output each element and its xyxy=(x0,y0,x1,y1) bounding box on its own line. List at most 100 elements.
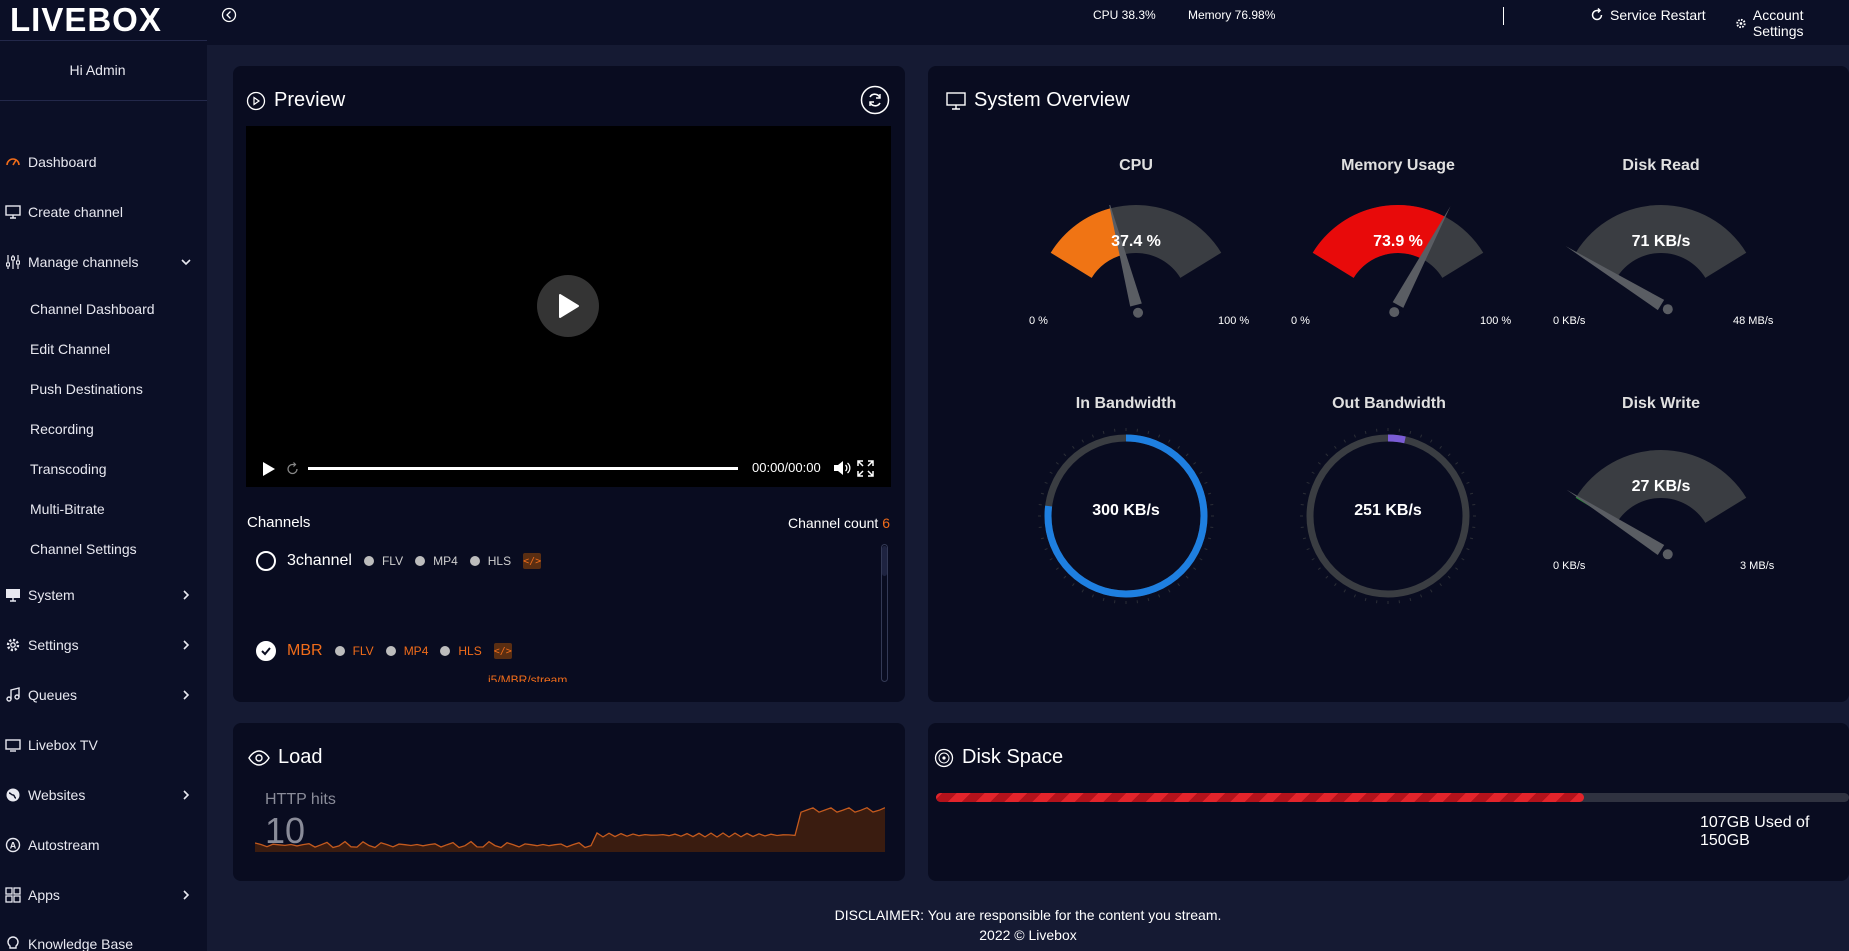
channel-radio-selected[interactable] xyxy=(256,641,276,661)
gauge-min-memory: 0 % xyxy=(1291,315,1310,327)
ring-tick xyxy=(1092,435,1093,438)
list-item[interactable]: 3channel FLV MP4 HLS </> xyxy=(256,551,541,571)
sidebar-item-queues[interactable]: Queues xyxy=(0,680,207,710)
divider xyxy=(0,100,207,101)
gauge-max-cpu: 100 % xyxy=(1218,315,1249,327)
sidebar-item-create-channel[interactable]: Create channel xyxy=(0,197,207,227)
format-flv[interactable]: FLV xyxy=(364,554,403,568)
sidebar-subitem-transcoding[interactable]: Transcoding xyxy=(30,461,107,477)
sidebar-item-system[interactable]: System xyxy=(0,580,207,610)
gauge-label-disk-write: Disk Write xyxy=(1561,395,1761,413)
account-settings-button[interactable]: Account Settings xyxy=(1735,7,1849,39)
sidebar-subitem-multi-bitrate[interactable]: Multi-Bitrate xyxy=(30,501,105,517)
format-mp4[interactable]: MP4 xyxy=(386,644,429,658)
sidebar-item-websites[interactable]: Websites xyxy=(0,780,207,810)
ring-tick xyxy=(1050,472,1053,474)
gauge-max-memory: 100 % xyxy=(1480,315,1511,327)
dashboard-icon xyxy=(2,151,24,173)
embed-code-icon[interactable]: </> xyxy=(494,643,512,659)
ring-tick xyxy=(1448,454,1450,456)
ring-tick xyxy=(1326,454,1328,456)
ring-tick xyxy=(1303,538,1306,539)
ring-tick xyxy=(1334,446,1336,448)
play-button-large[interactable] xyxy=(537,275,599,337)
ring-tick xyxy=(1462,472,1465,474)
replay-icon[interactable] xyxy=(286,461,300,477)
top-bar: CPU 38.3% Memory 76.98% Service Restart … xyxy=(207,0,1849,45)
fullscreen-icon[interactable] xyxy=(857,460,874,477)
sidebar-item-autostream[interactable]: A Autostream xyxy=(0,830,207,860)
ring-value-in-bandwidth: 300 KB/s xyxy=(1066,502,1186,520)
gauge-value-disk-write: 27 KB/s xyxy=(1601,478,1721,496)
ring-label-in-bandwidth: In Bandwidth xyxy=(1026,395,1226,413)
sidebar-item-dashboard[interactable]: Dashboard xyxy=(0,147,207,177)
channel-count-value: 6 xyxy=(882,515,890,531)
load-header: Load xyxy=(248,746,323,769)
format-mp4[interactable]: MP4 xyxy=(415,554,458,568)
ring-tick xyxy=(1169,590,1171,593)
ring-tick xyxy=(1169,440,1171,443)
sidebar: LIVEBOX Hi Admin Dashboard Create channe… xyxy=(0,0,207,951)
sidebar-item-apps[interactable]: Apps xyxy=(0,880,207,910)
cpu-stat: CPU 38.3% xyxy=(1093,8,1156,22)
ring-tick xyxy=(1334,583,1336,585)
service-restart-button[interactable]: Service Restart xyxy=(1590,7,1706,23)
sidebar-item-knowledge-base[interactable]: Knowledge Base xyxy=(0,929,207,951)
ring-tick xyxy=(1050,559,1053,561)
status-dot xyxy=(440,646,450,656)
scrollbar-thumb[interactable] xyxy=(882,546,887,576)
refresh-icon[interactable] xyxy=(860,85,890,115)
gauge-label-disk-read: Disk Read xyxy=(1561,157,1761,175)
seek-bar[interactable] xyxy=(308,467,738,470)
gauge-label-cpu: CPU xyxy=(1036,157,1236,175)
monitor-icon xyxy=(2,584,24,606)
system-overview-header: System Overview xyxy=(946,89,1130,112)
ring-tick xyxy=(1148,598,1149,601)
ring-tick xyxy=(1318,568,1320,570)
ring-tick xyxy=(1092,595,1093,598)
ring-tick xyxy=(1208,493,1211,494)
sidebar-subitem-channel-settings[interactable]: Channel Settings xyxy=(30,541,137,557)
embed-code-icon[interactable]: </> xyxy=(523,553,541,569)
channels-heading: Channels xyxy=(247,514,310,531)
sidebar-item-label: Queues xyxy=(28,687,77,703)
gauge-min-cpu: 0 % xyxy=(1029,315,1048,327)
sidebar-item-settings[interactable]: Settings xyxy=(0,630,207,660)
sidebar-subitem-edit-channel[interactable]: Edit Channel xyxy=(30,341,110,357)
sidebar-subitem-push-destinations[interactable]: Push Destinations xyxy=(30,381,143,397)
sidebar-subitem-channel-dashboard[interactable]: Channel Dashboard xyxy=(30,301,155,317)
sidebar-subitem-recording[interactable]: Recording xyxy=(30,421,94,437)
memory-stat: Memory 76.98% xyxy=(1188,8,1275,22)
format-hls[interactable]: HLS xyxy=(470,554,511,568)
play-icon[interactable] xyxy=(262,461,276,477)
sidebar-item-manage-channels[interactable]: Manage channels xyxy=(0,247,207,277)
volume-icon[interactable] xyxy=(833,460,851,476)
sidebar-item-label: Websites xyxy=(28,787,85,803)
preview-header: Preview xyxy=(246,89,345,112)
sidebar-item-label: Create channel xyxy=(28,204,123,220)
tv-icon xyxy=(2,734,24,756)
channel-radio[interactable] xyxy=(256,551,276,571)
ring-tick xyxy=(1045,482,1048,483)
ring-label-out-bandwidth: Out Bandwidth xyxy=(1289,395,1489,413)
ring-tick xyxy=(1045,549,1048,550)
status-dot xyxy=(364,556,374,566)
chevron-right-icon xyxy=(179,888,193,902)
sidebar-item-livebox-tv[interactable]: Livebox TV xyxy=(0,730,207,760)
ring-tick xyxy=(1205,482,1208,483)
gauge-needle-hub xyxy=(1389,307,1399,317)
collapse-sidebar-icon[interactable] xyxy=(221,7,237,23)
livebox-logo[interactable]: LIVEBOX xyxy=(10,0,162,40)
format-flv[interactable]: FLV xyxy=(335,644,374,658)
ring-tick xyxy=(1072,446,1074,448)
eye-icon xyxy=(248,750,270,766)
ring-tick xyxy=(1467,482,1470,483)
status-dot xyxy=(415,556,425,566)
list-item[interactable]: MBR FLV MP4 HLS </> xyxy=(256,641,512,661)
ring-tick xyxy=(1064,454,1066,456)
ring-tick xyxy=(1440,583,1442,585)
chevron-right-icon xyxy=(179,638,193,652)
gauge-value-memory: 73.9 % xyxy=(1338,233,1458,251)
format-hls[interactable]: HLS xyxy=(440,644,481,658)
greeting: Hi Admin xyxy=(0,62,195,78)
